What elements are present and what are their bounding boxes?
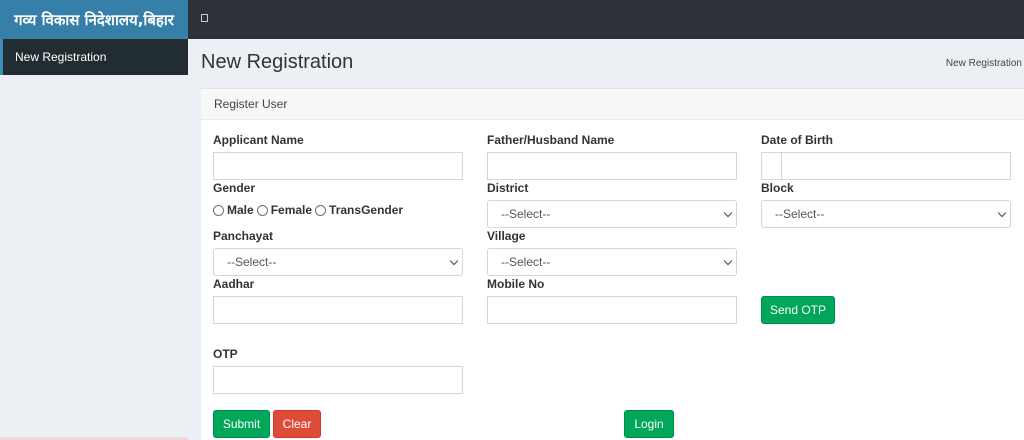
district-label: District — [487, 181, 529, 195]
sidebar: New Registration — [0, 39, 188, 440]
sidebar-item-new-registration[interactable]: New Registration — [0, 39, 188, 75]
gender-male-label[interactable]: Male — [227, 203, 254, 217]
gender-radio-group: Male Female TransGender — [213, 203, 406, 217]
page-title: New Registration — [201, 51, 354, 73]
father-name-label: Father/Husband Name — [487, 133, 615, 147]
clear-button[interactable]: Clear — [273, 410, 321, 438]
aadhar-label: Aadhar — [213, 277, 255, 291]
gender-transgender-label[interactable]: TransGender — [329, 203, 403, 217]
father-name-input[interactable] — [487, 152, 737, 180]
send-otp-button[interactable]: Send OTP — [761, 296, 835, 324]
gender-label: Gender — [213, 181, 256, 195]
chevron-down-icon — [997, 208, 1007, 218]
gender-female-label[interactable]: Female — [271, 203, 312, 217]
submit-button[interactable]: Submit — [213, 410, 270, 438]
applicant-name-label: Applicant Name — [213, 133, 304, 147]
login-button[interactable]: Login — [624, 410, 674, 438]
main-content: New Registration New Registration Regist… — [188, 39, 1024, 440]
top-navbar — [188, 0, 1024, 39]
dob-label: Date of Birth — [761, 133, 833, 147]
aadhar-input[interactable] — [213, 296, 463, 324]
dob-input[interactable] — [761, 152, 1011, 180]
mobile-label: Mobile No — [487, 277, 545, 291]
block-label: Block — [761, 181, 794, 195]
village-label: Village — [487, 229, 526, 243]
district-selected-value: --Select-- — [501, 207, 551, 221]
breadcrumb[interactable]: New Registration — [946, 58, 1022, 69]
village-select[interactable]: --Select-- — [487, 248, 737, 276]
panchayat-select[interactable]: --Select-- — [213, 248, 463, 276]
block-select[interactable]: --Select-- — [761, 200, 1011, 228]
gender-transgender-radio[interactable] — [315, 204, 327, 216]
panchayat-label: Panchayat — [213, 229, 274, 243]
chevron-down-icon — [723, 208, 733, 218]
chevron-down-icon — [449, 256, 459, 266]
box-title: Register User — [201, 89, 1024, 120]
mobile-input[interactable] — [487, 296, 737, 324]
district-select[interactable]: --Select-- — [487, 200, 737, 228]
chevron-down-icon — [723, 256, 733, 266]
panchayat-selected-value: --Select-- — [227, 255, 277, 269]
calendar-icon[interactable] — [762, 153, 782, 179]
otp-input[interactable] — [213, 366, 463, 394]
gender-female-radio[interactable] — [256, 204, 268, 216]
block-selected-value: --Select-- — [775, 207, 825, 221]
village-selected-value: --Select-- — [501, 255, 551, 269]
otp-label: OTP — [213, 347, 238, 361]
brand-title[interactable]: गव्य विकास निदेशालय,बिहार — [0, 0, 188, 39]
applicant-name-input[interactable] — [213, 152, 463, 180]
sidebar-toggle-icon[interactable] — [201, 14, 208, 22]
gender-male-radio[interactable] — [213, 204, 224, 216]
register-user-box: Register User Applicant Name Father/Husb… — [201, 88, 1024, 440]
